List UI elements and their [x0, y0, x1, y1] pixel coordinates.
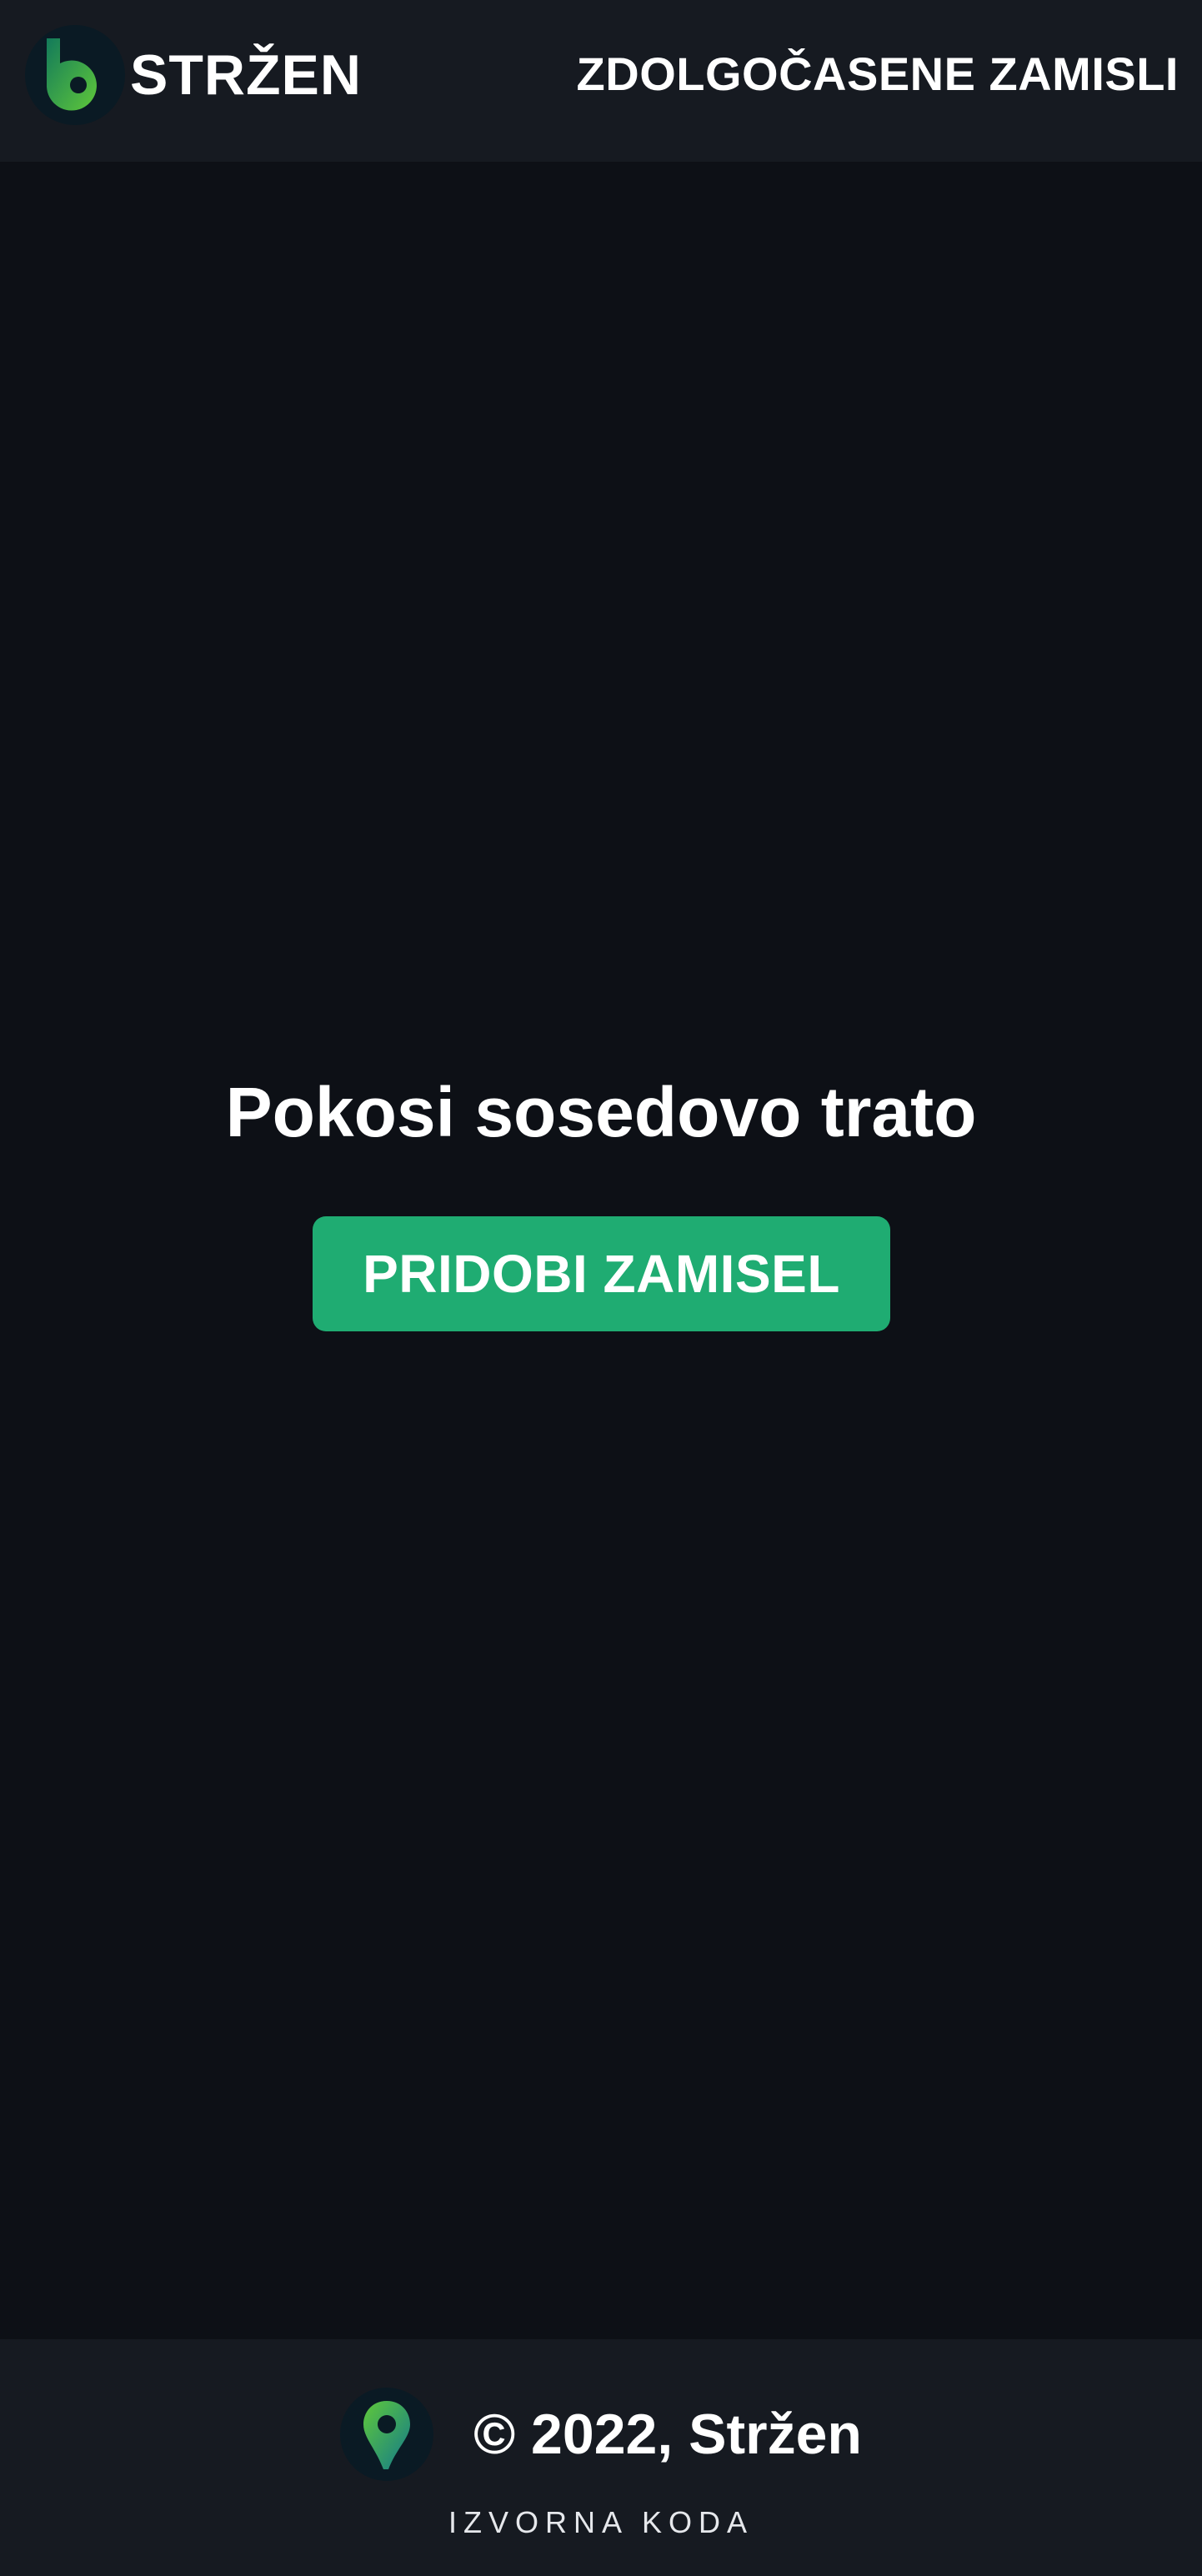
nav-link-bored-ideas[interactable]: ZDOLGOČASENE ZAMISLI: [577, 45, 1179, 103]
brand-name: STRŽEN: [130, 43, 362, 107]
main-content: Pokosi sosedovo trato PRIDOBI ZAMISEL: [0, 162, 1202, 2339]
brand-logo-icon: [25, 25, 125, 125]
get-idea-button[interactable]: PRIDOBI ZAMISEL: [313, 1216, 890, 1331]
brand-home-link[interactable]: STRŽEN: [25, 25, 362, 125]
copyright-text: © 2022, Stržen: [473, 2403, 862, 2466]
site-footer: © 2022, Stržen IZVORNA KODA: [0, 2339, 1202, 2576]
site-header: STRŽEN ZDOLGOČASENE ZAMISLI: [0, 0, 1202, 162]
footer-row: © 2022, Stržen: [0, 2386, 1202, 2483]
source-code-link[interactable]: IZVORNA KODA: [0, 2504, 1202, 2541]
idea-title: Pokosi sosedovo trato: [225, 1073, 977, 1151]
map-pin-logo-icon: [340, 2388, 434, 2481]
